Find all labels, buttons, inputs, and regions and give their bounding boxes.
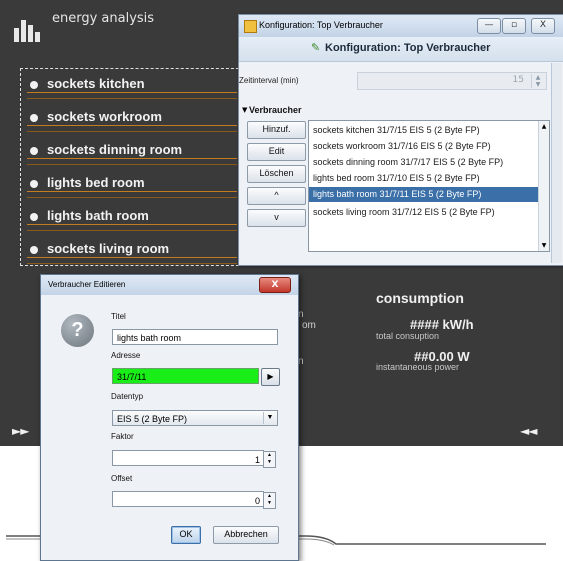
app-title: energy analysis — [52, 11, 155, 26]
consumer-list: sockets kitchen sockets workroom sockets… — [20, 68, 244, 266]
edit-dialog-title: Verbraucher Editieren — [48, 280, 126, 289]
address-picker-button[interactable]: ▶ — [261, 368, 280, 386]
list-row[interactable]: lights bed room 31/7/10 EIS 5 (2 Byte FP… — [309, 171, 541, 186]
list-scrollbar[interactable]: ▲ ▼ — [538, 121, 549, 251]
interval-stepper[interactable]: 15 ▲ ▼ — [357, 72, 547, 90]
close-button[interactable]: X — [531, 18, 555, 34]
list-row[interactable]: sockets living room 31/7/12 EIS 5 (2 Byt… — [309, 205, 541, 220]
delete-button[interactable]: Löschen — [247, 165, 306, 183]
edit-dialog: Verbraucher Editieren X ? Titel lights b… — [40, 274, 299, 561]
total-consumption-label: total consuption — [376, 331, 440, 341]
datentyp-label: Datentyp — [111, 392, 144, 401]
nav-forward-icon[interactable]: ►► — [12, 424, 29, 438]
list-item[interactable]: sockets workroom — [27, 106, 237, 132]
list-item[interactable]: lights bed room — [27, 172, 237, 198]
collapse-arrow-icon[interactable]: ▼ — [242, 106, 247, 114]
scroll-up-icon[interactable]: ▲ — [539, 121, 549, 132]
maximize-button[interactable]: ▫ — [502, 18, 526, 34]
app-logo-icon — [14, 16, 48, 42]
verbraucher-list: sockets kitchen 31/7/15 EIS 5 (2 Byte FP… — [308, 120, 550, 252]
list-item[interactable]: sockets kitchen — [27, 73, 237, 99]
question-icon: ? — [61, 314, 94, 347]
bullet-icon — [30, 180, 38, 188]
scroll-down-icon[interactable]: ▼ — [539, 240, 549, 251]
total-consumption-value: #### kW/h — [410, 317, 474, 332]
config-titlebar[interactable]: Konfiguration: Top Verbraucher — ▫ X — [239, 15, 563, 37]
move-up-button[interactable]: ^ — [247, 187, 306, 205]
bullet-icon — [30, 114, 38, 122]
list-row[interactable]: sockets workroom 31/7/16 EIS 5 (2 Byte F… — [309, 139, 541, 154]
config-window: Konfiguration: Top Verbraucher — ▫ X ✎ K… — [238, 14, 563, 266]
window-scrollbar[interactable] — [551, 63, 562, 263]
offset-label: Offset — [111, 474, 133, 483]
titel-field[interactable]: lights bath room — [112, 329, 278, 345]
config-header-icon: ✎ — [311, 41, 321, 54]
add-button[interactable]: Hinzuf. — [247, 121, 306, 139]
faktor-value: 1 — [254, 455, 260, 465]
close-button[interactable]: X — [259, 277, 291, 293]
consumption-title: consumption — [376, 290, 464, 306]
datentyp-select[interactable]: EIS 5 (2 Byte FP) ▼ — [112, 410, 278, 426]
offset-stepper[interactable]: 0 ▲ ▼ — [112, 491, 276, 509]
list-row[interactable]: sockets dinning room 31/7/17 EIS 5 (2 By… — [309, 155, 541, 170]
config-header: ✎ Konfiguration: Top Verbraucher — [239, 37, 563, 62]
bullet-icon — [30, 213, 38, 221]
ok-button[interactable]: OK — [171, 526, 201, 544]
bullet-icon — [30, 246, 38, 254]
minimize-button[interactable]: — — [477, 18, 501, 34]
faktor-stepper[interactable]: 1 ▲ ▼ — [112, 450, 276, 468]
offset-spin-icon[interactable]: ▲ ▼ — [263, 492, 276, 509]
offset-value: 0 — [254, 496, 260, 506]
titel-label: Titel — [111, 312, 126, 321]
list-item[interactable]: sockets living room — [27, 238, 237, 264]
bullet-icon — [30, 81, 38, 89]
text-fragment: om — [302, 320, 316, 331]
faktor-label: Faktor — [111, 432, 134, 441]
datentyp-value: EIS 5 (2 Byte FP) — [117, 414, 188, 424]
faktor-spin-icon[interactable]: ▲ ▼ — [263, 451, 276, 468]
app-icon — [244, 20, 257, 33]
config-header-title: Konfiguration: Top Verbraucher — [325, 42, 491, 54]
edit-button[interactable]: Edit — [247, 143, 306, 161]
list-item[interactable]: sockets dinning room — [27, 139, 237, 165]
adresse-field[interactable]: 31/7/11 — [112, 368, 259, 384]
verbraucher-label: Verbraucher — [249, 105, 302, 115]
instantaneous-power-label: instantaneous power — [376, 362, 460, 372]
list-item[interactable]: lights bath room — [27, 205, 237, 231]
interval-label: Zeitinterval (min) — [239, 76, 299, 85]
list-row[interactable]: sockets kitchen 31/7/15 EIS 5 (2 Byte FP… — [309, 123, 541, 138]
list-row-selected[interactable]: lights bath room 31/7/11 EIS 5 (2 Byte F… — [309, 187, 541, 202]
cancel-button[interactable]: Abbrechen — [213, 526, 279, 544]
config-window-title: Konfiguration: Top Verbraucher — [259, 20, 383, 30]
chevron-down-icon[interactable]: ▼ — [263, 412, 276, 424]
move-down-button[interactable]: v — [247, 209, 306, 227]
adresse-label: Adresse — [111, 351, 141, 360]
interval-value: 15 — [512, 75, 524, 85]
interval-spin-icon[interactable]: ▲ ▼ — [531, 74, 544, 88]
edit-titlebar[interactable]: Verbraucher Editieren X — [41, 275, 298, 295]
nav-back-icon[interactable]: ◄◄ — [520, 424, 537, 438]
bullet-icon — [30, 147, 38, 155]
